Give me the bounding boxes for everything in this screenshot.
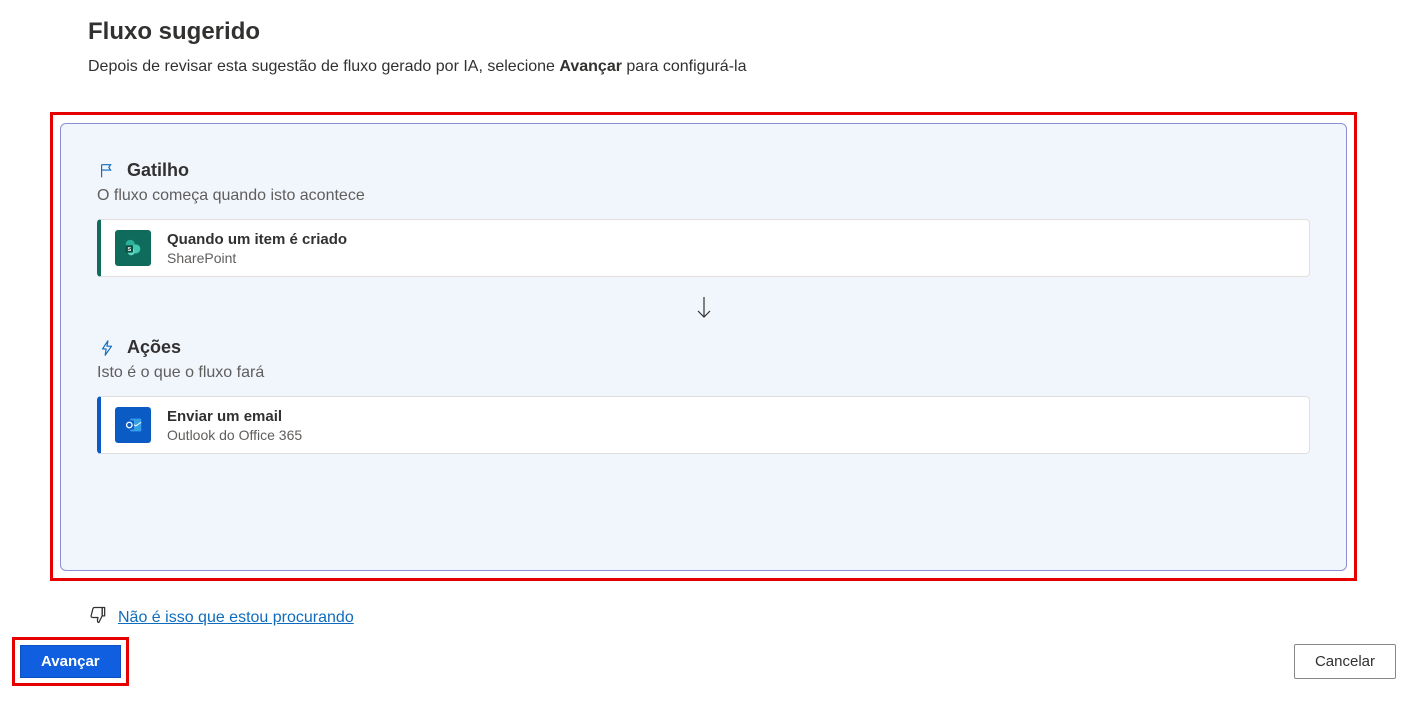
action-step-text: Enviar um email Outlook do Office 365 <box>167 408 302 443</box>
button-row: Avançar Cancelar <box>12 637 1396 686</box>
thumbs-down-icon[interactable] <box>88 605 108 630</box>
suggested-flow-panel: Gatilho O fluxo começa quando isto acont… <box>60 123 1347 571</box>
action-step-title: Enviar um email <box>167 408 302 425</box>
actions-label: Ações <box>127 337 181 358</box>
lightning-icon <box>97 338 117 358</box>
feedback-row: Não é isso que estou procurando <box>88 605 354 630</box>
action-step-card[interactable]: Enviar um email Outlook do Office 365 <box>97 396 1310 454</box>
primary-button-highlight: Avançar <box>12 637 129 686</box>
actions-description: Isto é o que o fluxo fará <box>97 364 1310 382</box>
page-description-bold: Avançar <box>559 58 622 75</box>
page-title: Fluxo sugerido <box>88 18 1411 46</box>
trigger-label: Gatilho <box>127 160 189 181</box>
arrow-down-icon <box>97 295 1310 321</box>
actions-section-header: Ações <box>97 337 1310 358</box>
trigger-step-service: SharePoint <box>167 250 347 266</box>
trigger-step-title: Quando um item é criado <box>167 231 347 248</box>
svg-text:S: S <box>127 247 131 253</box>
trigger-step-text: Quando um item é criado SharePoint <box>167 231 347 266</box>
sharepoint-icon: S <box>115 230 151 266</box>
trigger-description: O fluxo começa quando isto acontece <box>97 187 1310 205</box>
highlighted-flow-region: Gatilho O fluxo começa quando isto acont… <box>50 112 1357 581</box>
cancel-button[interactable]: Cancelar <box>1294 644 1396 679</box>
trigger-section-header: Gatilho <box>97 160 1310 181</box>
trigger-step-card[interactable]: S Quando um item é criado SharePoint <box>97 219 1310 277</box>
page-description-post: para configurá-la <box>622 58 747 75</box>
flag-icon <box>97 161 117 181</box>
feedback-link[interactable]: Não é isso que estou procurando <box>118 609 354 627</box>
page-description: Depois de revisar esta sugestão de fluxo… <box>88 58 1411 76</box>
outlook-icon <box>115 407 151 443</box>
page-description-pre: Depois de revisar esta sugestão de fluxo… <box>88 58 559 75</box>
action-step-service: Outlook do Office 365 <box>167 427 302 443</box>
next-button[interactable]: Avançar <box>20 645 121 678</box>
